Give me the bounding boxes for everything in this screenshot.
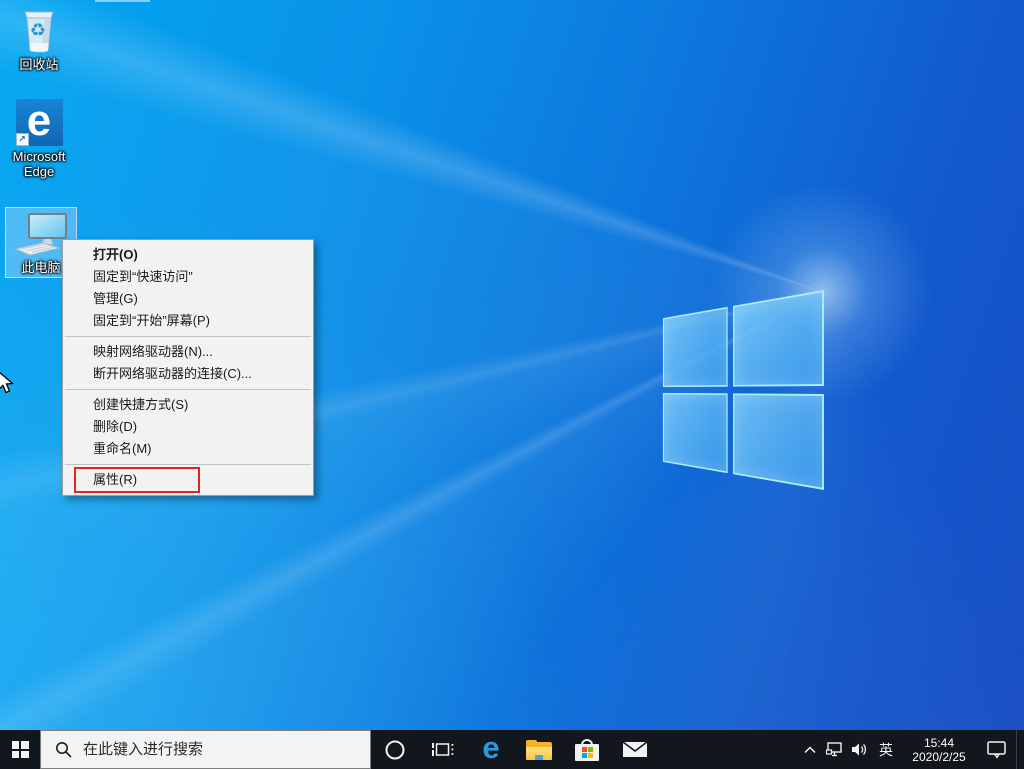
edge-label: Microsoft Edge [7, 149, 71, 179]
windows-logo-pane [663, 393, 728, 473]
clock-date: 2020/2/25 [912, 750, 965, 764]
annotation-highlight-box [74, 467, 200, 493]
mail-icon [622, 740, 648, 759]
menu-item-properties[interactable]: 属性(R) [63, 469, 313, 491]
speaker-icon [851, 742, 868, 757]
windows-logo-pane [733, 290, 824, 387]
action-center-button[interactable] [978, 730, 1016, 769]
taskbar-file-explorer-button[interactable] [515, 730, 563, 769]
network-tray-button[interactable] [822, 730, 847, 769]
taskbar-clock[interactable]: 15:44 2020/2/25 [900, 730, 978, 769]
clock-time: 15:44 [924, 736, 954, 750]
windows-start-icon [12, 741, 29, 758]
menu-item-map-network-drive[interactable]: 映射网络驱动器(N)... [63, 341, 313, 363]
search-icon [55, 741, 73, 759]
windows-logo-pane [733, 393, 824, 490]
menu-separator [65, 464, 311, 465]
network-icon [826, 742, 844, 757]
menu-item-disconnect-network-drive[interactable]: 断开网络驱动器的连接(C)... [63, 363, 313, 385]
svg-text:♻: ♻ [30, 20, 46, 41]
windows-logo-pane [663, 307, 728, 387]
ime-indicator[interactable]: 英 [872, 730, 900, 769]
menu-item-create-shortcut[interactable]: 创建快捷方式(S) [63, 394, 313, 416]
taskbar-task-view-button[interactable] [419, 730, 467, 769]
menu-item-pin-to-quick-access[interactable]: 固定到“快速访问” [63, 266, 313, 288]
menu-item-manage[interactable]: 管理(G) [63, 288, 313, 310]
volume-tray-button[interactable] [847, 730, 872, 769]
microsoft-store-icon [575, 739, 599, 761]
menu-item-pin-to-start[interactable]: 固定到“开始”屏幕(P) [63, 310, 313, 332]
menu-separator [65, 336, 311, 337]
this-pc-label: 此电脑 [21, 260, 60, 275]
mouse-cursor [0, 370, 14, 396]
system-tray: 英 15:44 2020/2/25 [798, 730, 1024, 769]
desktop-icon-microsoft-edge[interactable]: e ↗ Microsoft Edge [7, 99, 71, 179]
desktop-icon-recycle-bin[interactable]: ♻ 回收站 [10, 6, 68, 72]
cortana-icon [384, 739, 406, 761]
notification-bubble-icon [987, 741, 1007, 759]
search-input[interactable] [83, 741, 343, 758]
show-desktop-strip[interactable] [1016, 730, 1024, 769]
taskbar-mail-button[interactable] [611, 730, 659, 769]
taskbar-store-button[interactable] [563, 730, 611, 769]
file-explorer-icon [526, 740, 552, 760]
taskbar-edge-button[interactable]: e [467, 730, 515, 769]
taskbar: e [0, 730, 1024, 769]
menu-item-delete[interactable]: 删除(D) [63, 416, 313, 438]
edge-e-glyph: e [27, 99, 51, 143]
recycle-bin-icon: ♻ [17, 6, 61, 54]
menu-item-rename[interactable]: 重命名(M) [63, 438, 313, 460]
taskbar-cortana-button[interactable] [371, 730, 419, 769]
start-button[interactable] [0, 730, 40, 769]
desktop-wallpaper: ♻ 回收站 e ↗ Microsoft Edge 此电脑 打开(O) 固定到“快… [0, 0, 1024, 769]
taskbar-search[interactable] [40, 730, 371, 769]
edge-icon: e [482, 732, 499, 763]
this-pc-icon [14, 213, 68, 257]
recycle-bin-label: 回收站 [19, 57, 58, 72]
shortcut-arrow-icon: ↗ [16, 133, 29, 146]
wallpaper-windows-logo [663, 290, 824, 490]
chevron-up-icon [804, 746, 816, 754]
screen-edge-artifact [95, 0, 150, 2]
context-menu: 打开(O) 固定到“快速访问” 管理(G) 固定到“开始”屏幕(P) 映射网络驱… [62, 239, 314, 496]
edge-tile-icon: e ↗ [16, 99, 63, 146]
task-view-icon [431, 740, 455, 760]
menu-separator [65, 389, 311, 390]
menu-item-open[interactable]: 打开(O) [63, 244, 313, 266]
hidden-icons-chevron[interactable] [798, 730, 822, 769]
